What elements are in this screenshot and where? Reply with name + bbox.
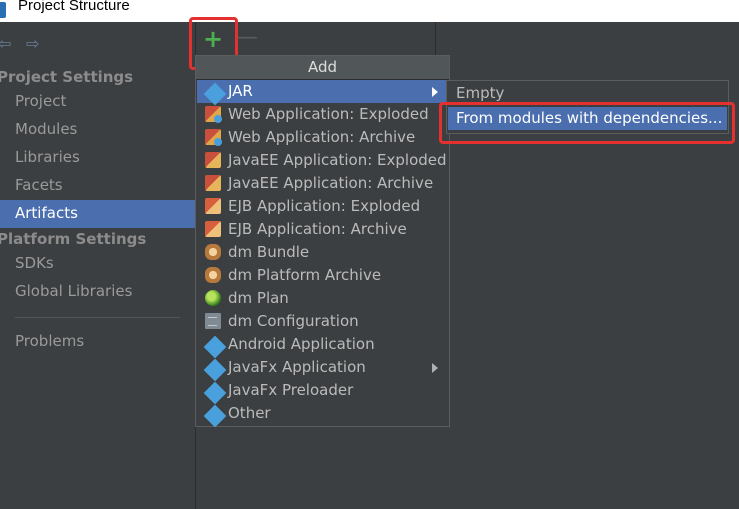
menu-item-javafx-preloader[interactable]: JavaFx Preloader <box>197 379 448 405</box>
sidebar-item-problems[interactable]: Problems <box>15 332 84 350</box>
submenu-arrow-icon <box>432 363 438 373</box>
forward-arrow-icon[interactable]: ⇨ <box>26 34 39 53</box>
app-icon <box>0 2 6 18</box>
back-arrow-icon[interactable]: ⇦ <box>0 34 11 53</box>
menu-item-web-app-archive[interactable]: Web Application: Archive <box>197 126 448 149</box>
jar-icon <box>203 82 227 106</box>
sidebar-item-sdks[interactable]: SDKs <box>15 254 54 272</box>
javafx-icon <box>203 381 227 405</box>
menu-item-android-app[interactable]: Android Application <box>197 333 448 359</box>
web-app-icon <box>205 129 222 146</box>
menu-item-label: Android Application <box>228 335 375 353</box>
platform-settings-header: Platform Settings <box>0 230 147 248</box>
menu-item-label: dm Plan <box>228 289 289 307</box>
menu-item-ejb-archive[interactable]: EJB Application: Archive <box>197 218 448 241</box>
menu-item-label: EJB Application: Archive <box>228 220 407 238</box>
title-bar: Project Structure <box>0 0 739 22</box>
menu-item-web-app-exploded[interactable]: Web Application: Exploded <box>197 103 448 126</box>
remove-button[interactable]: — <box>236 26 258 50</box>
menu-item-label: dm Configuration <box>228 312 359 330</box>
android-icon <box>203 335 227 359</box>
from-modules-highlight-box <box>439 102 735 144</box>
dm-plan-icon <box>205 290 221 306</box>
submenu-arrow-icon <box>432 87 438 97</box>
sidebar-divider <box>15 317 180 318</box>
sidebar-item-artifacts[interactable]: Artifacts <box>15 204 78 222</box>
menu-item-ejb-exploded[interactable]: EJB Application: Exploded <box>197 195 448 218</box>
menu-item-label: JavaEE Application: Exploded <box>228 151 447 169</box>
menu-item-label: Other <box>228 404 271 422</box>
javafx-icon <box>203 358 227 382</box>
menu-item-label: EJB Application: Exploded <box>228 197 421 215</box>
javaee-icon <box>205 175 221 191</box>
menu-item-jar[interactable]: JAR <box>197 80 448 106</box>
sidebar-item-project[interactable]: Project <box>15 92 66 110</box>
menu-item-label: JavaFx Application <box>228 358 366 376</box>
add-menu-title: Add <box>196 56 449 80</box>
menu-item-other[interactable]: Other <box>197 402 448 428</box>
menu-item-label: Web Application: Exploded <box>228 105 429 123</box>
sidebar: ⇦ ⇨ Project Settings Project Modules Lib… <box>0 22 196 509</box>
menu-item-label: dm Bundle <box>228 243 310 261</box>
menu-item-dm-bundle[interactable]: dm Bundle <box>197 241 448 264</box>
sidebar-item-libraries[interactable]: Libraries <box>15 148 80 166</box>
dm-bundle-icon <box>205 244 221 260</box>
menu-item-label: JavaFx Preloader <box>228 381 354 399</box>
web-app-icon <box>205 106 222 123</box>
menu-item-dm-configuration[interactable]: dm Configuration <box>197 310 448 333</box>
javaee-icon <box>205 152 221 168</box>
menu-item-javaee-archive[interactable]: JavaEE Application: Archive <box>197 172 448 195</box>
other-icon <box>203 404 227 428</box>
menu-item-label: JavaEE Application: Archive <box>228 174 434 192</box>
menu-item-javaee-exploded[interactable]: JavaEE Application: Exploded <box>197 149 448 172</box>
menu-item-label: JAR <box>228 82 253 100</box>
menu-item-label: Web Application: Archive <box>228 128 416 146</box>
project-settings-header: Project Settings <box>0 68 134 86</box>
dm-config-icon <box>205 313 221 329</box>
ejb-icon <box>205 198 221 214</box>
sidebar-item-global-libraries[interactable]: Global Libraries <box>15 282 132 300</box>
menu-item-label: dm Platform Archive <box>228 266 382 284</box>
sidebar-item-facets[interactable]: Facets <box>15 176 63 194</box>
dm-bundle-icon <box>205 267 221 283</box>
window-title: Project Structure <box>18 0 130 14</box>
menu-item-javafx-app[interactable]: JavaFx Application <box>197 356 448 382</box>
menu-item-dm-platform-archive[interactable]: dm Platform Archive <box>197 264 448 287</box>
ejb-icon <box>205 221 221 237</box>
sidebar-item-modules[interactable]: Modules <box>15 120 77 138</box>
menu-item-dm-plan[interactable]: dm Plan <box>197 287 448 310</box>
add-menu: Add JAR Web Application: Exploded Web Ap… <box>195 55 450 428</box>
